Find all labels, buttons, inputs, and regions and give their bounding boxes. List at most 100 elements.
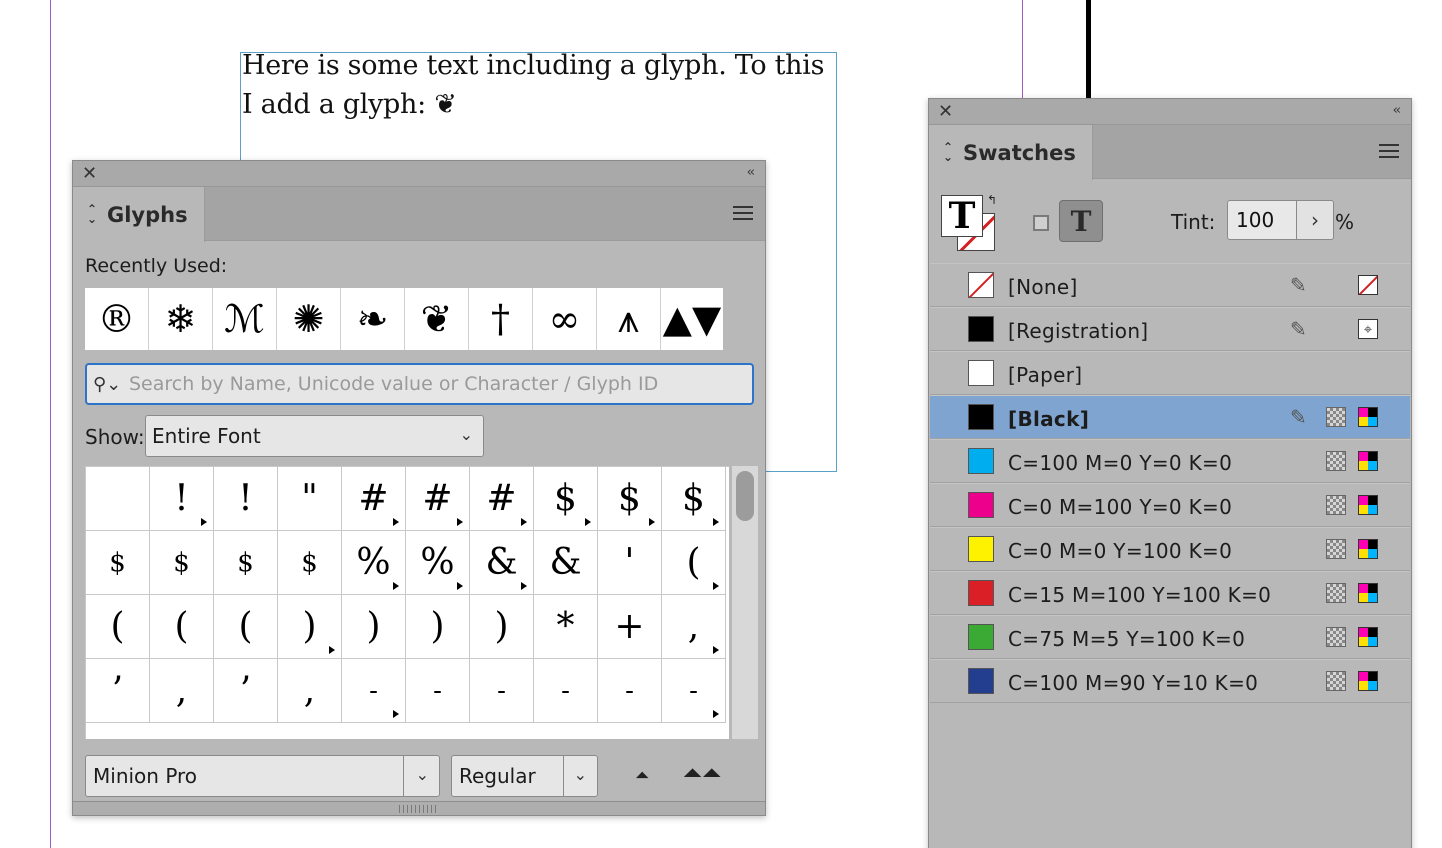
- glyph-search-input[interactable]: ⚲⌄ Search by Name, Unicode value or Char…: [85, 363, 754, 405]
- glyph-cell[interactable]: %: [342, 531, 406, 595]
- recent-glyph[interactable]: ®: [85, 288, 149, 350]
- resize-grip[interactable]: [73, 801, 765, 815]
- glyph-cell[interactable]: $: [662, 467, 726, 531]
- rule-line[interactable]: [1086, 0, 1091, 100]
- glyph-char: $: [682, 478, 705, 519]
- swatch-list: [None] ✎ [Registration] ✎ ⌖ [Paper] [Black] ✎ C=…: [930, 263, 1410, 703]
- frame-text[interactable]: Here is some text including a glyph. To …: [242, 46, 842, 124]
- glyph-cell[interactable]: ): [470, 595, 534, 659]
- font-family-dropdown[interactable]: Minion Pro ⌄: [85, 755, 440, 797]
- swatch-row[interactable]: [None] ✎: [930, 263, 1410, 307]
- fill-stroke-selector[interactable]: T ↰: [941, 193, 1003, 253]
- swatch-row[interactable]: C=0 M=0 Y=100 K=0: [930, 527, 1410, 571]
- glyph-cell[interactable]: ,: [150, 659, 214, 723]
- glyph-cell[interactable]: ": [278, 467, 342, 531]
- glyph-cell[interactable]: (: [214, 595, 278, 659]
- glyph-cell[interactable]: -: [662, 659, 726, 723]
- glyph-cell[interactable]: *: [534, 595, 598, 659]
- glyph-cell[interactable]: [86, 467, 150, 531]
- cannot-edit-icon: ✎: [1290, 273, 1307, 297]
- glyph-cell[interactable]: -: [598, 659, 662, 723]
- swatch-row[interactable]: [Paper]: [930, 351, 1410, 395]
- close-icon[interactable]: ✕: [938, 101, 953, 122]
- recent-glyph[interactable]: ❧: [341, 288, 405, 350]
- glyph-cell[interactable]: -: [470, 659, 534, 723]
- recent-glyph[interactable]: ✺: [277, 288, 341, 350]
- glyph-char: -: [625, 675, 634, 706]
- glyph-cell[interactable]: ): [278, 595, 342, 659]
- glyph-cell[interactable]: ,: [278, 659, 342, 723]
- recent-glyph[interactable]: †: [469, 288, 533, 350]
- formatting-affects-text-icon[interactable]: T: [1059, 200, 1103, 242]
- swatch-row[interactable]: C=75 M=5 Y=100 K=0: [930, 615, 1410, 659]
- recent-glyph[interactable]: ⩚: [597, 288, 661, 350]
- search-icon[interactable]: ⚲⌄: [87, 374, 129, 395]
- swatch-row[interactable]: C=100 M=90 Y=10 K=0: [930, 659, 1410, 703]
- glyph-cell[interactable]: %: [406, 531, 470, 595]
- recent-glyph[interactable]: ▲▼: [661, 288, 723, 350]
- glyph-cell[interactable]: $: [598, 467, 662, 531]
- zoom-in-glyphs-icon[interactable]: ⏶⏶: [683, 759, 721, 787]
- glyph-cell[interactable]: ’: [214, 659, 278, 723]
- glyph-cell[interactable]: ': [598, 531, 662, 595]
- glyph-grid-scrollbar[interactable]: [732, 466, 758, 739]
- glyph-cell[interactable]: -: [342, 659, 406, 723]
- glyph-cell[interactable]: -: [406, 659, 470, 723]
- font-style-dropdown[interactable]: Regular ⌄: [451, 755, 598, 797]
- glyph-cell[interactable]: (: [662, 531, 726, 595]
- glyph-cell[interactable]: $: [534, 467, 598, 531]
- glyph-cell[interactable]: (: [86, 595, 150, 659]
- glyph-cell[interactable]: #: [342, 467, 406, 531]
- recent-glyph[interactable]: ❦: [405, 288, 469, 350]
- swatch-row[interactable]: [Registration] ✎ ⌖: [930, 307, 1410, 351]
- recent-glyph[interactable]: ∞: [533, 288, 597, 350]
- swap-fill-stroke-icon[interactable]: ↰: [987, 193, 997, 207]
- glyph-cell[interactable]: $: [150, 531, 214, 595]
- glyph-cell[interactable]: ): [342, 595, 406, 659]
- panel-titlebar[interactable]: ✕ ‹‹: [929, 99, 1411, 125]
- tint-slider-toggle[interactable]: ›: [1296, 200, 1334, 240]
- swatch-name: [Black]: [1008, 407, 1090, 431]
- panel-menu-icon[interactable]: [1379, 144, 1399, 158]
- glyph-cell[interactable]: +: [598, 595, 662, 659]
- close-icon[interactable]: ✕: [82, 163, 97, 184]
- glyph-char: #: [422, 478, 453, 519]
- glyph-char: $: [554, 478, 577, 519]
- swatch-row[interactable]: C=0 M=100 Y=0 K=0: [930, 483, 1410, 527]
- tab-swatches[interactable]: ⌃ ⌄ Swatches: [929, 125, 1093, 180]
- glyph-cell[interactable]: $: [278, 531, 342, 595]
- glyph-cell[interactable]: ’: [86, 659, 150, 723]
- zoom-out-glyphs-icon[interactable]: ⏶: [635, 765, 649, 786]
- collapse-panel-icon[interactable]: ‹‹: [747, 165, 756, 180]
- glyph-cell[interactable]: !: [150, 467, 214, 531]
- glyph-cell[interactable]: $: [214, 531, 278, 595]
- swatch-row[interactable]: C=100 M=0 Y=0 K=0: [930, 439, 1410, 483]
- swatch-name: C=100 M=0 Y=0 K=0: [1008, 451, 1233, 475]
- glyph-cell[interactable]: ): [406, 595, 470, 659]
- glyph-cell[interactable]: (: [150, 595, 214, 659]
- swatch-row[interactable]: [Black] ✎: [930, 395, 1410, 439]
- panel-menu-icon[interactable]: [733, 206, 753, 220]
- glyph-cell[interactable]: ,: [662, 595, 726, 659]
- glyph-char: ,: [175, 670, 188, 711]
- glyph-cell[interactable]: &: [470, 531, 534, 595]
- tint-input[interactable]: 100: [1227, 200, 1297, 240]
- collapse-panel-icon[interactable]: ‹‹: [1393, 103, 1402, 118]
- glyph-char: +: [614, 606, 645, 647]
- glyph-cell[interactable]: -: [534, 659, 598, 723]
- recent-glyph[interactable]: ❄: [149, 288, 213, 350]
- glyph-cell[interactable]: #: [470, 467, 534, 531]
- glyph-cell[interactable]: &: [534, 531, 598, 595]
- glyph-cell[interactable]: #: [406, 467, 470, 531]
- scroll-thumb[interactable]: [736, 471, 754, 521]
- recent-glyph[interactable]: ℳ: [213, 288, 277, 350]
- glyph-cell[interactable]: $: [86, 531, 150, 595]
- formatting-affects-container-icon[interactable]: [1033, 215, 1049, 231]
- fill-text-icon[interactable]: T: [941, 195, 983, 237]
- glyph-char: ": [301, 478, 318, 519]
- panel-titlebar[interactable]: ✕ ‹‹: [73, 161, 765, 187]
- swatch-row[interactable]: C=15 M=100 Y=100 K=0: [930, 571, 1410, 615]
- tab-glyphs[interactable]: ⌃ ⌄ Glyphs: [73, 187, 205, 242]
- show-dropdown[interactable]: Entire Font ⌄: [145, 415, 484, 457]
- glyph-cell[interactable]: !: [214, 467, 278, 531]
